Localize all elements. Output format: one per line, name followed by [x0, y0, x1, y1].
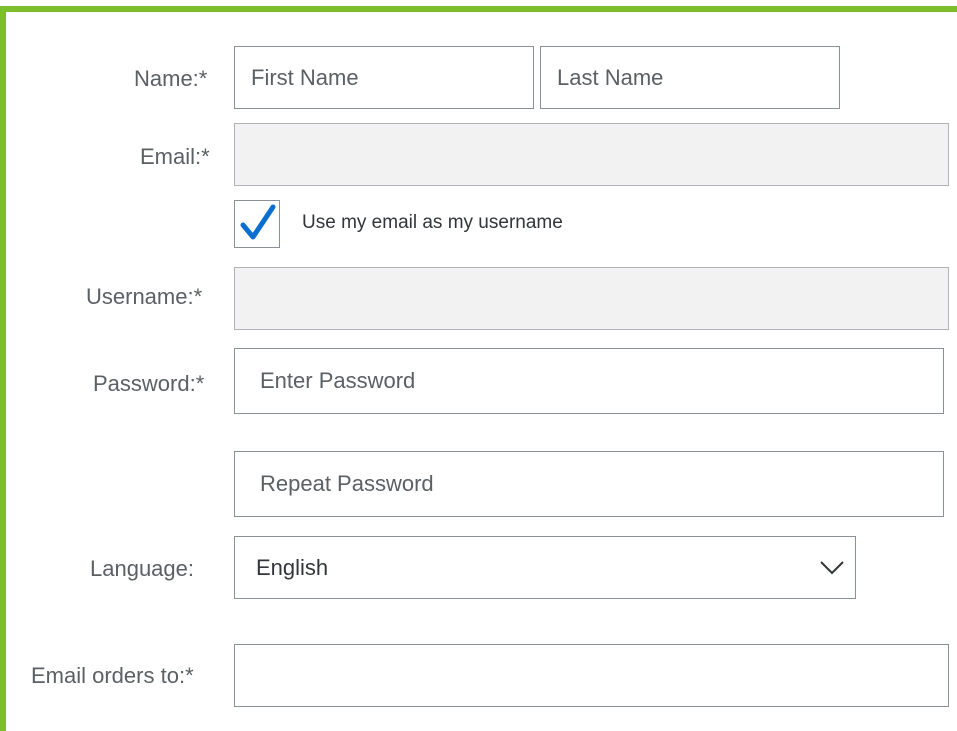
required-marker: * [198, 66, 208, 91]
use-email-as-username-checkbox[interactable] [234, 200, 280, 248]
language-label: Language: [90, 556, 194, 581]
required-marker: * [201, 144, 210, 169]
language-select[interactable]: English [234, 536, 856, 599]
use-email-as-username-label: Use my email as my username [302, 212, 563, 233]
email-orders-to-input[interactable] [234, 644, 949, 707]
email-orders-to-label: Email orders to:* [31, 663, 194, 688]
username-label: Username:* [86, 284, 203, 309]
username-input[interactable] [234, 267, 949, 330]
required-marker: * [195, 371, 205, 396]
language-selected-value: English [256, 555, 329, 580]
required-marker: * [185, 663, 194, 688]
required-marker: * [193, 284, 203, 309]
email-label: Email:* [140, 144, 210, 169]
repeat-password-input[interactable] [234, 451, 944, 517]
last-name-input[interactable] [540, 46, 840, 109]
password-input[interactable] [234, 348, 944, 414]
name-label: Name:* [134, 66, 208, 91]
password-label: Password:* [93, 371, 205, 396]
chevron-down-icon[interactable] [819, 557, 845, 577]
first-name-input[interactable] [234, 46, 534, 109]
email-input[interactable] [234, 123, 949, 186]
checkmark-icon [240, 204, 276, 240]
